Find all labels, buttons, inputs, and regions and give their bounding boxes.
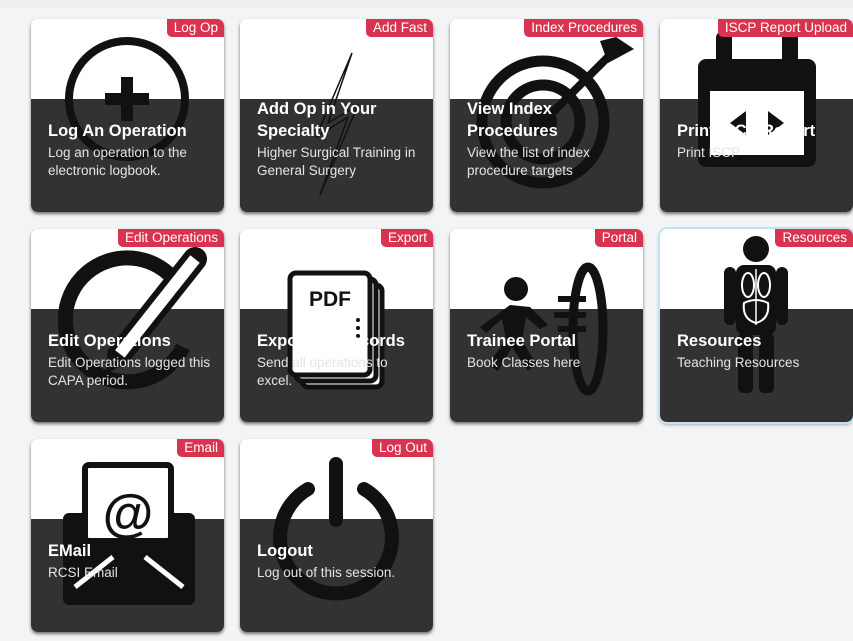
- portal-icon: [450, 229, 643, 422]
- pdf-icon: PDF: [240, 229, 433, 422]
- tile-badge: ISCP Report Upload: [717, 19, 853, 37]
- tile-text: View Index Procedures View the list of i…: [467, 98, 635, 180]
- tile-text: Edit Operations Edit Operations logged t…: [48, 330, 216, 390]
- tile-title: Add Op in Your Specialty: [257, 100, 377, 140]
- tile-trainee-portal[interactable]: Portal Trainee Portal Book Classes here: [450, 229, 643, 422]
- tile-description: Log out of this session.: [257, 565, 396, 580]
- tile-description: Higher Surgical Training in General Surg…: [257, 145, 416, 178]
- tile-description: Edit Operations logged this CAPA period.: [48, 355, 211, 388]
- tile-description: Print ISCP: [677, 145, 741, 160]
- tile-description: Log an operation to the electronic logbo…: [48, 145, 187, 178]
- tile-title: Logout: [257, 542, 313, 560]
- tile-text: Logout Log out of this session.: [257, 540, 425, 582]
- tile-badge: Edit Operations: [117, 229, 224, 247]
- tile-title: Print ISCP Report: [677, 122, 816, 140]
- tile-iscp-report[interactable]: ISCP Report Upload Print ISCP Report Pri…: [660, 19, 853, 212]
- tile-email[interactable]: @ Email EMail RCSI Email: [31, 439, 224, 632]
- tile-title: Resources: [677, 332, 762, 350]
- tile-text: Add Op in Your Specialty Higher Surgical…: [257, 98, 425, 180]
- tile-export[interactable]: PDF Export Export All Records Send all o…: [240, 229, 433, 422]
- tile-badge: Log Op: [166, 19, 224, 37]
- tile-add-fast[interactable]: Add Fast Add Op in Your Specialty Higher…: [240, 19, 433, 212]
- edit-pencil-icon: [31, 229, 224, 422]
- tile-text: Print ISCP Report Print ISCP: [677, 120, 845, 162]
- tile-badge: Add Fast: [365, 19, 433, 37]
- tile-index-procedures[interactable]: Index Procedures View Index Procedures V…: [450, 19, 643, 212]
- tile-logout[interactable]: Log Out Logout Log out of this session.: [240, 439, 433, 632]
- tile-log-operation[interactable]: Log Op Log An Operation Log an operation…: [31, 19, 224, 212]
- tile-description: View the list of index procedure targets: [467, 145, 590, 178]
- tile-edit-operations[interactable]: Edit Operations Edit Operations Edit Ope…: [31, 229, 224, 422]
- plus-circle-icon: [31, 19, 224, 212]
- tile-resources[interactable]: Resources Resources Teaching Resources: [660, 229, 853, 422]
- tile-text: EMail RCSI Email: [48, 540, 216, 582]
- pdf-icon-label: PDF: [309, 288, 351, 311]
- tile-description: Book Classes here: [467, 355, 581, 370]
- tile-description: Teaching Resources: [677, 355, 800, 370]
- tile-title: View Index Procedures: [467, 100, 558, 140]
- email-icon: @: [31, 439, 224, 632]
- tile-title: Edit Operations: [48, 332, 171, 350]
- tile-text: Log An Operation Log an operation to the…: [48, 120, 216, 180]
- tile-text: Resources Teaching Resources: [677, 330, 845, 372]
- tile-title: Trainee Portal: [467, 332, 577, 350]
- tile-text: Trainee Portal Book Classes here: [467, 330, 635, 372]
- tile-badge: Email: [177, 439, 224, 457]
- tile-title: Export All Records: [257, 332, 405, 350]
- at-sign-icon: @: [103, 485, 154, 543]
- tile-description: Send all operations to excel.: [257, 355, 388, 388]
- tile-text: Export All Records Send all operations t…: [257, 330, 425, 390]
- tile-title: EMail: [48, 542, 92, 560]
- tile-badge: Export: [380, 229, 433, 247]
- tile-badge: Index Procedures: [524, 19, 643, 37]
- calendar-icon: [660, 19, 853, 212]
- tile-title: Log An Operation: [48, 122, 187, 140]
- tile-badge: Portal: [594, 229, 643, 247]
- tile-badge: Resources: [775, 229, 853, 247]
- tile-description: RCSI Email: [48, 565, 118, 580]
- tile-badge: Log Out: [371, 439, 433, 457]
- page-top-bar: [0, 0, 853, 8]
- anatomy-icon: [660, 229, 853, 422]
- power-icon: [240, 439, 433, 632]
